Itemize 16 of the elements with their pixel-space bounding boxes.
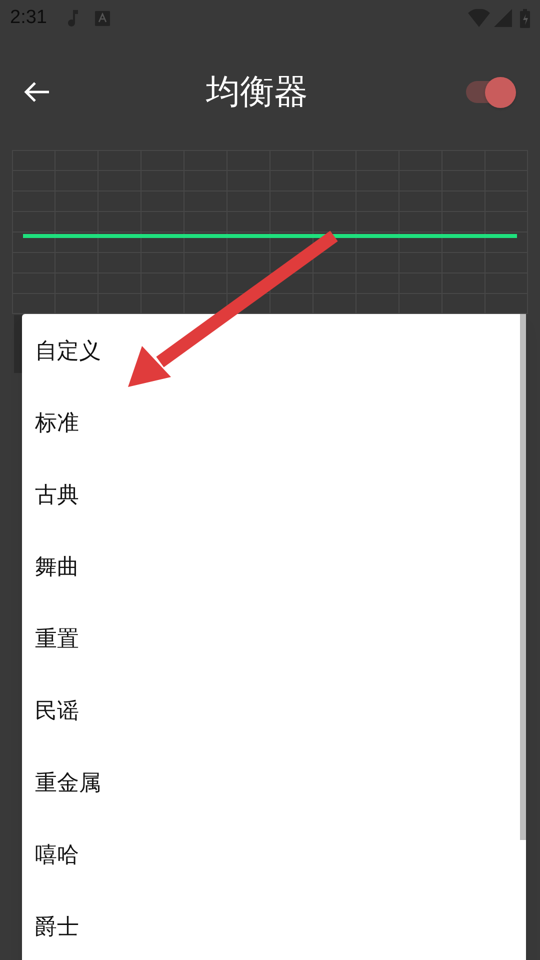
preset-option[interactable]: 自定义 — [35, 334, 101, 366]
back-arrow-icon[interactable] — [24, 81, 50, 103]
preset-option[interactable]: 标准 — [35, 406, 79, 438]
screen-title: 均衡器 — [206, 72, 308, 112]
preset-option[interactable]: 古典 — [35, 478, 79, 510]
font-icon — [94, 10, 110, 26]
preset-option[interactable]: 嘻哈 — [35, 838, 79, 870]
preset-option[interactable]: 民谣 — [35, 694, 79, 726]
preset-option[interactable]: 重置 — [35, 622, 79, 654]
music-note-icon — [66, 9, 79, 27]
preset-option[interactable]: 舞曲 — [35, 550, 79, 582]
equalizer-switch[interactable] — [464, 76, 516, 108]
wifi-icon — [468, 9, 490, 27]
preset-option[interactable]: 爵士 — [35, 910, 79, 942]
preset-option[interactable]: 重金属 — [35, 766, 101, 798]
battery-icon — [520, 8, 530, 28]
